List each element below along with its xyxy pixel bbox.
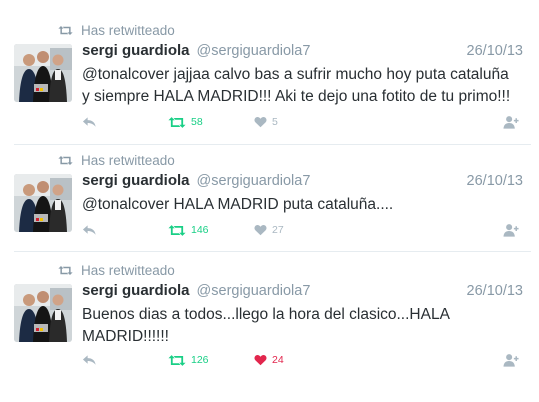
divider — [14, 251, 531, 252]
avatar-image — [14, 174, 72, 232]
like-count: 5 — [272, 116, 278, 128]
author-name[interactable]: sergi guardiola — [82, 172, 190, 189]
retweet-icon — [168, 116, 186, 129]
follow-button[interactable] — [503, 115, 525, 129]
reply-button[interactable] — [82, 224, 168, 236]
retweet-count: 126 — [191, 354, 209, 366]
tweet-actions: 126 24 — [82, 352, 525, 368]
tweet-header: sergi guardiola @sergiguardiola7 26/10/1… — [82, 282, 523, 302]
retweet-count: 146 — [191, 224, 209, 236]
follow-button[interactable] — [503, 223, 525, 237]
avatar[interactable] — [14, 174, 72, 232]
tweet-card[interactable]: Has retwitteado sergi guardiola @sergigu… — [0, 18, 539, 140]
like-button[interactable]: 5 — [254, 116, 278, 128]
tweet-actions: 146 27 — [82, 222, 525, 238]
like-count: 27 — [272, 224, 284, 236]
avatar[interactable] — [14, 44, 72, 102]
author-handle[interactable]: @sergiguardiola7 — [197, 43, 311, 59]
tweet-date[interactable]: 26/10/13 — [467, 283, 523, 299]
reply-icon — [82, 116, 97, 128]
heart-icon — [254, 354, 267, 366]
reply-icon — [82, 354, 97, 366]
retweet-icon — [168, 354, 186, 367]
tweet-text: @tonalcover HALA MADRID puta cataluña...… — [82, 196, 394, 213]
tweet-header: sergi guardiola @sergiguardiola7 26/10/1… — [82, 42, 523, 62]
tweet-date[interactable]: 26/10/13 — [467, 173, 523, 189]
retweet-button[interactable]: 126 — [168, 354, 254, 367]
follow-button[interactable] — [503, 353, 525, 367]
follow-user-icon — [503, 353, 520, 367]
reply-icon — [82, 224, 97, 236]
retweet-icon — [58, 25, 73, 36]
author-name[interactable]: sergi guardiola — [82, 282, 190, 299]
retweet-icon — [168, 224, 186, 237]
author-name[interactable]: sergi guardiola — [82, 42, 190, 59]
tweet-timeline: Has retwitteado sergi guardiola @sergigu… — [0, 0, 539, 402]
like-button[interactable]: 24 — [254, 354, 284, 366]
avatar-image — [14, 44, 72, 102]
tweet-actions: 58 5 — [82, 114, 525, 130]
like-button[interactable]: 27 — [254, 224, 284, 236]
retweeted-header: Has retwitteado — [58, 20, 175, 40]
retweet-icon — [58, 265, 73, 276]
retweeted-label: Has retwitteado — [81, 152, 175, 168]
reply-button[interactable] — [82, 354, 168, 366]
heart-icon — [254, 116, 267, 128]
like-count: 24 — [272, 354, 284, 366]
retweet-button[interactable]: 146 — [168, 224, 254, 237]
reply-button[interactable] — [82, 116, 168, 128]
avatar[interactable] — [14, 284, 72, 342]
tweet-card[interactable]: Has retwitteado sergi guardiola @sergigu… — [0, 148, 539, 248]
tweet-text: @tonalcover jajjaa calvo bas a sufrir mu… — [82, 66, 511, 105]
author-handle[interactable]: @sergiguardiola7 — [197, 283, 311, 299]
author-handle[interactable]: @sergiguardiola7 — [197, 173, 311, 189]
retweet-count: 58 — [191, 116, 203, 128]
tweet-text: Buenos dias a todos...llego la hora del … — [82, 306, 450, 345]
follow-user-icon — [503, 115, 520, 129]
heart-icon — [254, 224, 267, 236]
tweet-header: sergi guardiola @sergiguardiola7 26/10/1… — [82, 172, 523, 192]
follow-user-icon — [503, 223, 520, 237]
tweet-date[interactable]: 26/10/13 — [467, 43, 523, 59]
divider — [14, 144, 531, 145]
retweeted-header: Has retwitteado — [58, 260, 175, 280]
retweeted-label: Has retwitteado — [81, 262, 175, 278]
retweeted-label: Has retwitteado — [81, 22, 175, 38]
retweet-icon — [58, 155, 73, 166]
retweeted-header: Has retwitteado — [58, 150, 175, 170]
retweet-button[interactable]: 58 — [168, 116, 254, 129]
avatar-image — [14, 284, 72, 342]
tweet-card[interactable]: Has retwitteado sergi guardiola @sergigu… — [0, 258, 539, 388]
